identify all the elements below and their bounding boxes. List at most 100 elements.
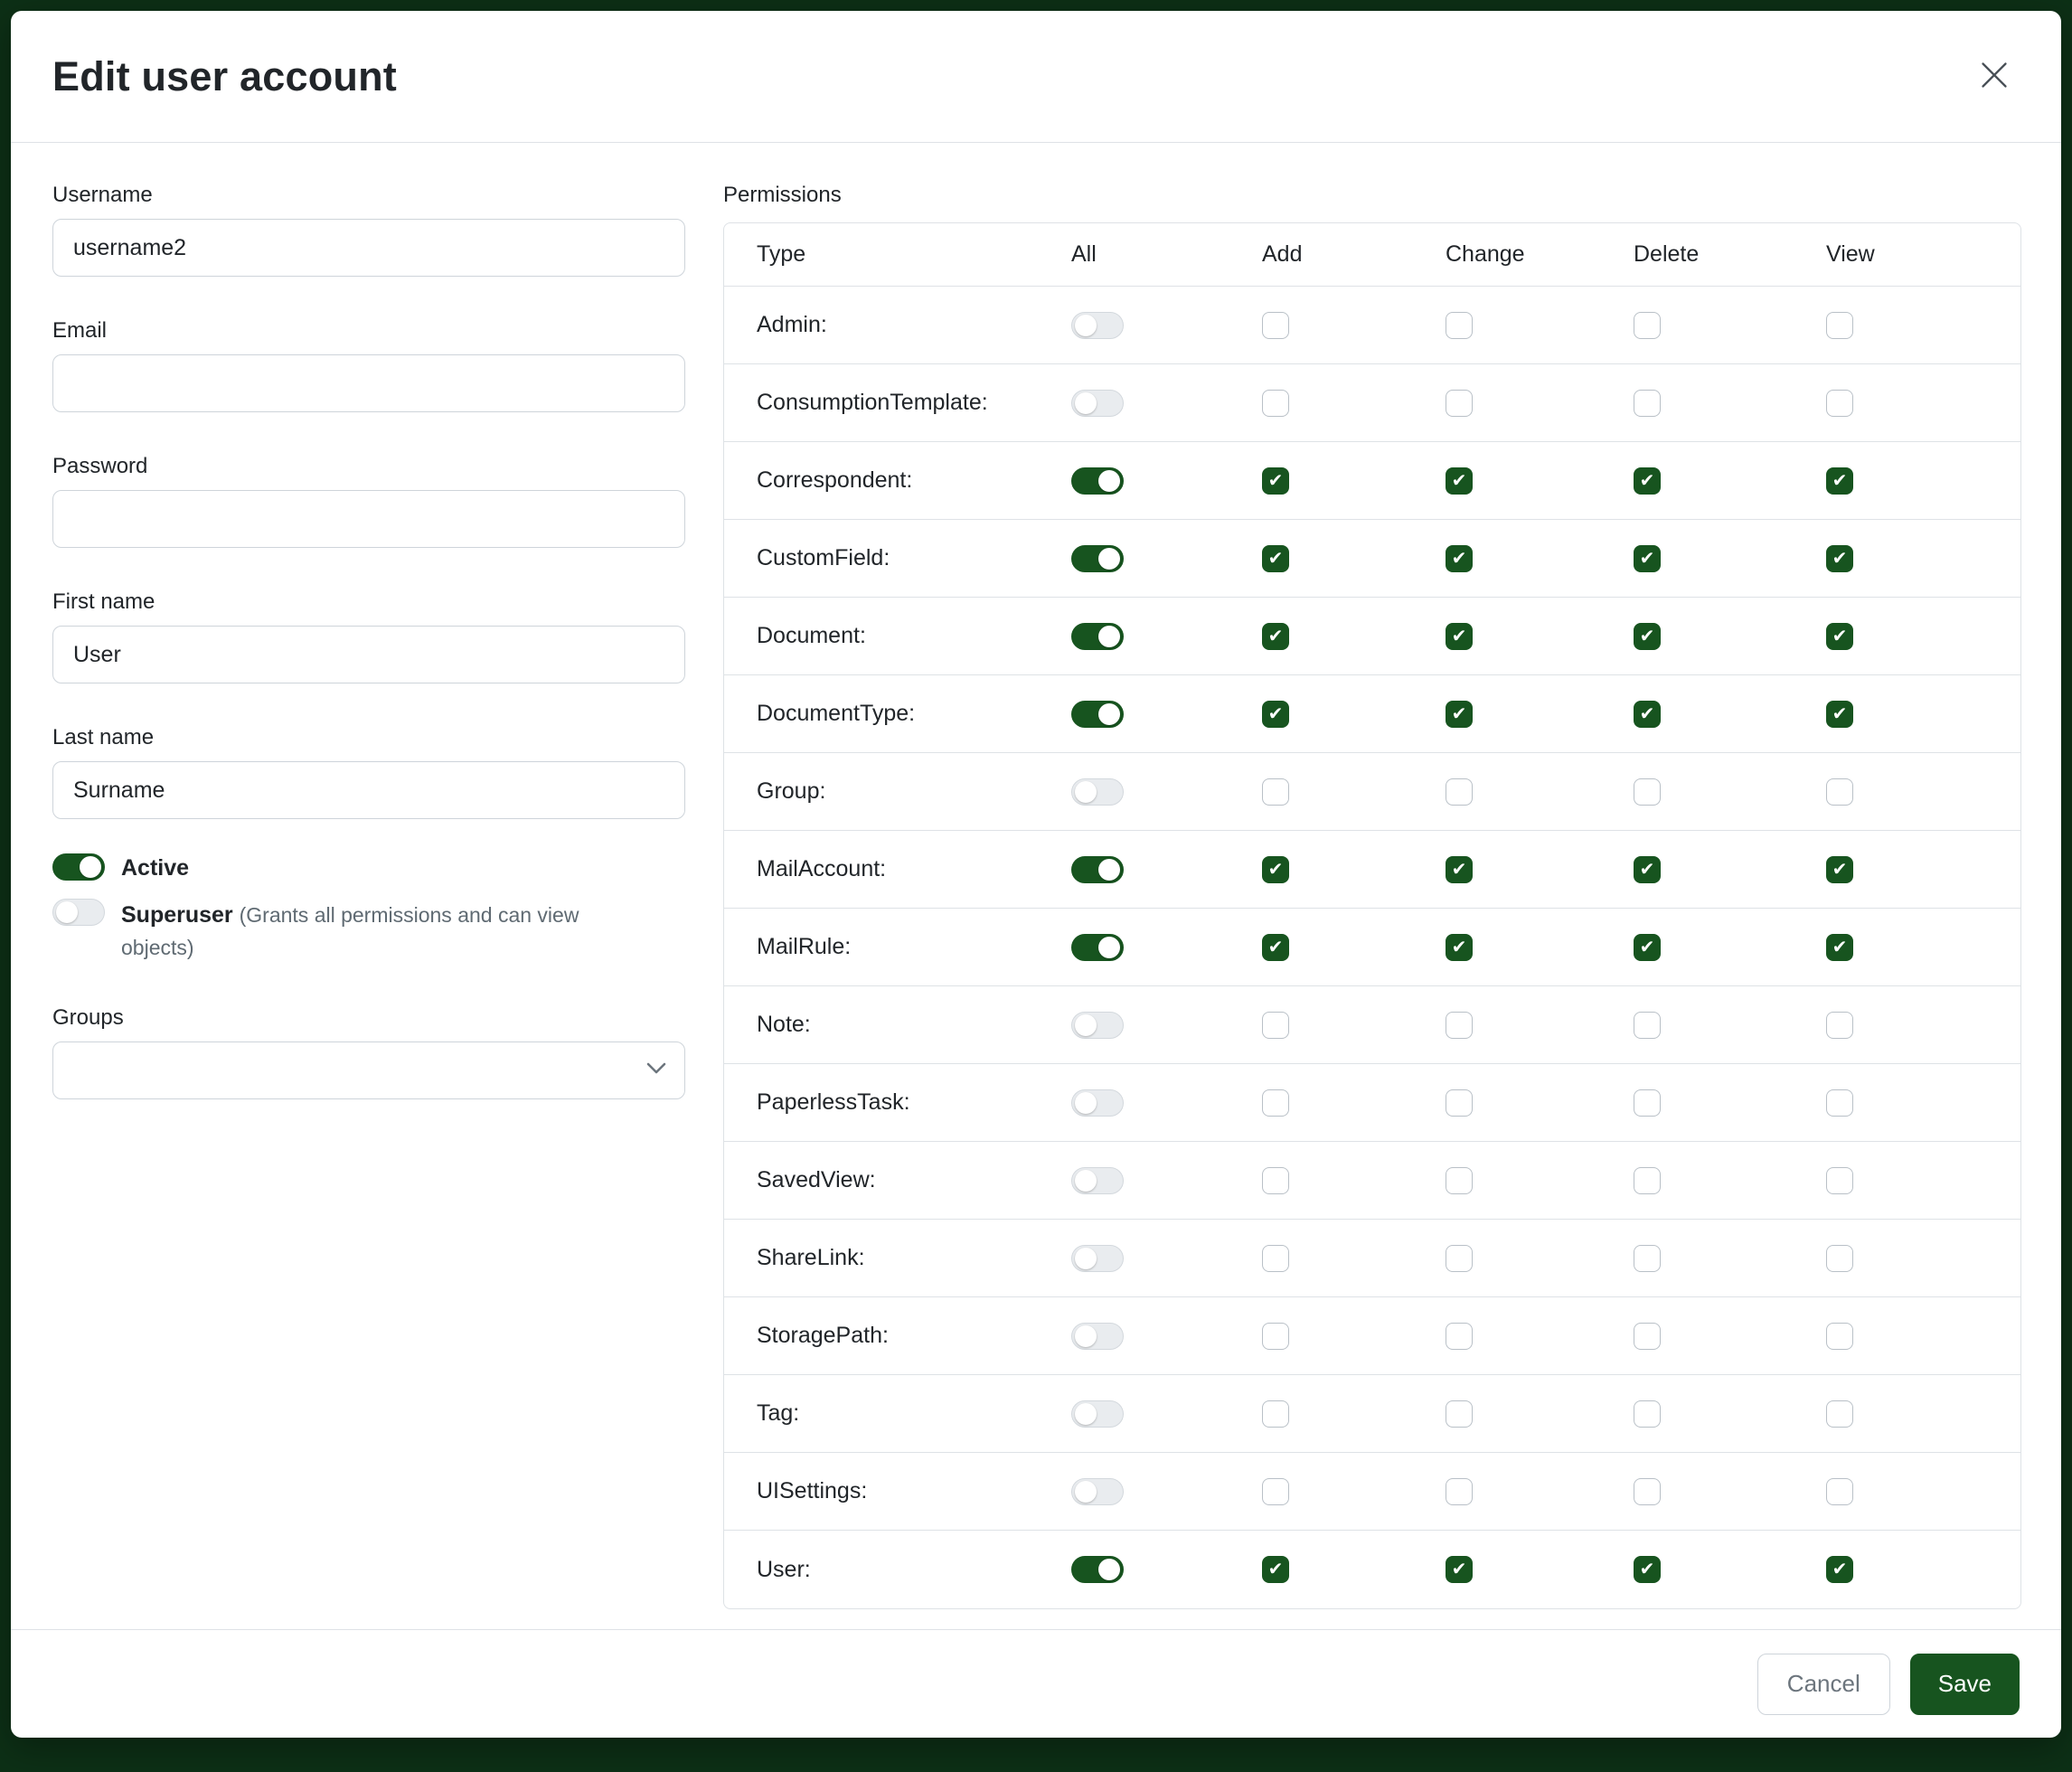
all-toggle[interactable] [1071, 1167, 1124, 1194]
view-checkbox[interactable] [1826, 1089, 1853, 1117]
view-checkbox[interactable] [1826, 1478, 1853, 1505]
change-checkbox[interactable] [1446, 1089, 1473, 1117]
view-checkbox[interactable]: ✔ [1826, 467, 1853, 495]
delete-checkbox[interactable] [1634, 312, 1661, 339]
view-checkbox[interactable]: ✔ [1826, 934, 1853, 961]
all-toggle[interactable] [1071, 467, 1124, 495]
add-checkbox[interactable] [1262, 1400, 1289, 1428]
permissions-label: Permissions [723, 183, 2021, 208]
add-checkbox[interactable]: ✔ [1262, 934, 1289, 961]
add-checkbox[interactable]: ✔ [1262, 623, 1289, 650]
add-checkbox[interactable] [1262, 1167, 1289, 1194]
username-input[interactable] [52, 219, 685, 277]
add-checkbox[interactable]: ✔ [1262, 1556, 1289, 1583]
view-checkbox[interactable] [1826, 1323, 1853, 1350]
view-checkbox[interactable] [1826, 312, 1853, 339]
add-checkbox[interactable] [1262, 1089, 1289, 1117]
view-checkbox[interactable] [1826, 1167, 1853, 1194]
add-checkbox[interactable] [1262, 1245, 1289, 1272]
view-checkbox[interactable] [1826, 1400, 1853, 1428]
add-checkbox[interactable]: ✔ [1262, 701, 1289, 728]
all-toggle[interactable] [1071, 701, 1124, 728]
cancel-button[interactable]: Cancel [1757, 1654, 1890, 1715]
delete-checkbox[interactable] [1634, 1012, 1661, 1039]
add-checkbox[interactable] [1262, 778, 1289, 806]
change-checkbox[interactable] [1446, 1478, 1473, 1505]
change-checkbox[interactable] [1446, 312, 1473, 339]
view-checkbox[interactable]: ✔ [1826, 1556, 1853, 1583]
add-checkbox[interactable] [1262, 312, 1289, 339]
add-checkbox[interactable] [1262, 1323, 1289, 1350]
delete-checkbox[interactable]: ✔ [1634, 623, 1661, 650]
check-icon: ✔ [1268, 627, 1284, 646]
add-checkbox[interactable] [1262, 1012, 1289, 1039]
all-toggle[interactable] [1071, 623, 1124, 650]
all-toggle[interactable] [1071, 1245, 1124, 1272]
delete-checkbox[interactable] [1634, 1323, 1661, 1350]
close-button[interactable] [1969, 50, 2020, 103]
all-toggle[interactable] [1071, 778, 1124, 806]
change-checkbox[interactable] [1446, 1167, 1473, 1194]
change-checkbox[interactable] [1446, 1400, 1473, 1428]
change-checkbox[interactable]: ✔ [1446, 1556, 1473, 1583]
email-field[interactable] [52, 354, 685, 412]
check-icon: ✔ [1640, 1560, 1655, 1579]
delete-checkbox[interactable]: ✔ [1634, 856, 1661, 883]
delete-checkbox[interactable] [1634, 1089, 1661, 1117]
change-checkbox[interactable] [1446, 390, 1473, 417]
view-checkbox[interactable]: ✔ [1826, 856, 1853, 883]
all-toggle[interactable] [1071, 312, 1124, 339]
superuser-toggle[interactable] [52, 899, 105, 926]
add-checkbox[interactable] [1262, 1478, 1289, 1505]
change-checkbox[interactable] [1446, 778, 1473, 806]
groups-select[interactable] [52, 1042, 685, 1099]
delete-checkbox[interactable] [1634, 1167, 1661, 1194]
last-name-field[interactable] [52, 761, 685, 819]
view-checkbox[interactable] [1826, 1245, 1853, 1272]
delete-checkbox[interactable]: ✔ [1634, 1556, 1661, 1583]
all-toggle[interactable] [1071, 390, 1124, 417]
view-checkbox[interactable]: ✔ [1826, 545, 1853, 572]
view-checkbox[interactable] [1826, 1012, 1853, 1039]
change-checkbox[interactable] [1446, 1323, 1473, 1350]
delete-checkbox[interactable]: ✔ [1634, 545, 1661, 572]
delete-checkbox[interactable]: ✔ [1634, 701, 1661, 728]
view-checkbox[interactable] [1826, 778, 1853, 806]
delete-checkbox[interactable] [1634, 1400, 1661, 1428]
first-name-field[interactable] [52, 626, 685, 683]
all-toggle[interactable] [1071, 856, 1124, 883]
active-toggle[interactable] [52, 853, 105, 881]
change-checkbox[interactable]: ✔ [1446, 934, 1473, 961]
delete-checkbox[interactable] [1634, 390, 1661, 417]
all-toggle[interactable] [1071, 934, 1124, 961]
all-toggle[interactable] [1071, 1323, 1124, 1350]
delete-checkbox[interactable] [1634, 778, 1661, 806]
change-checkbox[interactable] [1446, 1012, 1473, 1039]
permissions-table-body: Admin:ConsumptionTemplate:Correspondent:… [724, 287, 2020, 1608]
delete-checkbox[interactable]: ✔ [1634, 934, 1661, 961]
delete-checkbox[interactable]: ✔ [1634, 467, 1661, 495]
delete-checkbox[interactable] [1634, 1478, 1661, 1505]
all-toggle[interactable] [1071, 1089, 1124, 1117]
add-checkbox[interactable] [1262, 390, 1289, 417]
all-toggle[interactable] [1071, 545, 1124, 572]
add-checkbox[interactable]: ✔ [1262, 856, 1289, 883]
change-checkbox[interactable]: ✔ [1446, 623, 1473, 650]
change-checkbox[interactable] [1446, 1245, 1473, 1272]
view-checkbox[interactable]: ✔ [1826, 623, 1853, 650]
save-button[interactable]: Save [1910, 1654, 2020, 1715]
view-checkbox[interactable] [1826, 390, 1853, 417]
add-checkbox[interactable]: ✔ [1262, 467, 1289, 495]
all-toggle[interactable] [1071, 1012, 1124, 1039]
change-checkbox[interactable]: ✔ [1446, 467, 1473, 495]
view-checkbox[interactable]: ✔ [1826, 701, 1853, 728]
delete-checkbox[interactable] [1634, 1245, 1661, 1272]
change-checkbox[interactable]: ✔ [1446, 701, 1473, 728]
all-toggle[interactable] [1071, 1556, 1124, 1583]
all-toggle[interactable] [1071, 1478, 1124, 1505]
all-toggle[interactable] [1071, 1400, 1124, 1428]
change-checkbox[interactable]: ✔ [1446, 856, 1473, 883]
password-field[interactable] [52, 490, 685, 548]
change-checkbox[interactable]: ✔ [1446, 545, 1473, 572]
add-checkbox[interactable]: ✔ [1262, 545, 1289, 572]
